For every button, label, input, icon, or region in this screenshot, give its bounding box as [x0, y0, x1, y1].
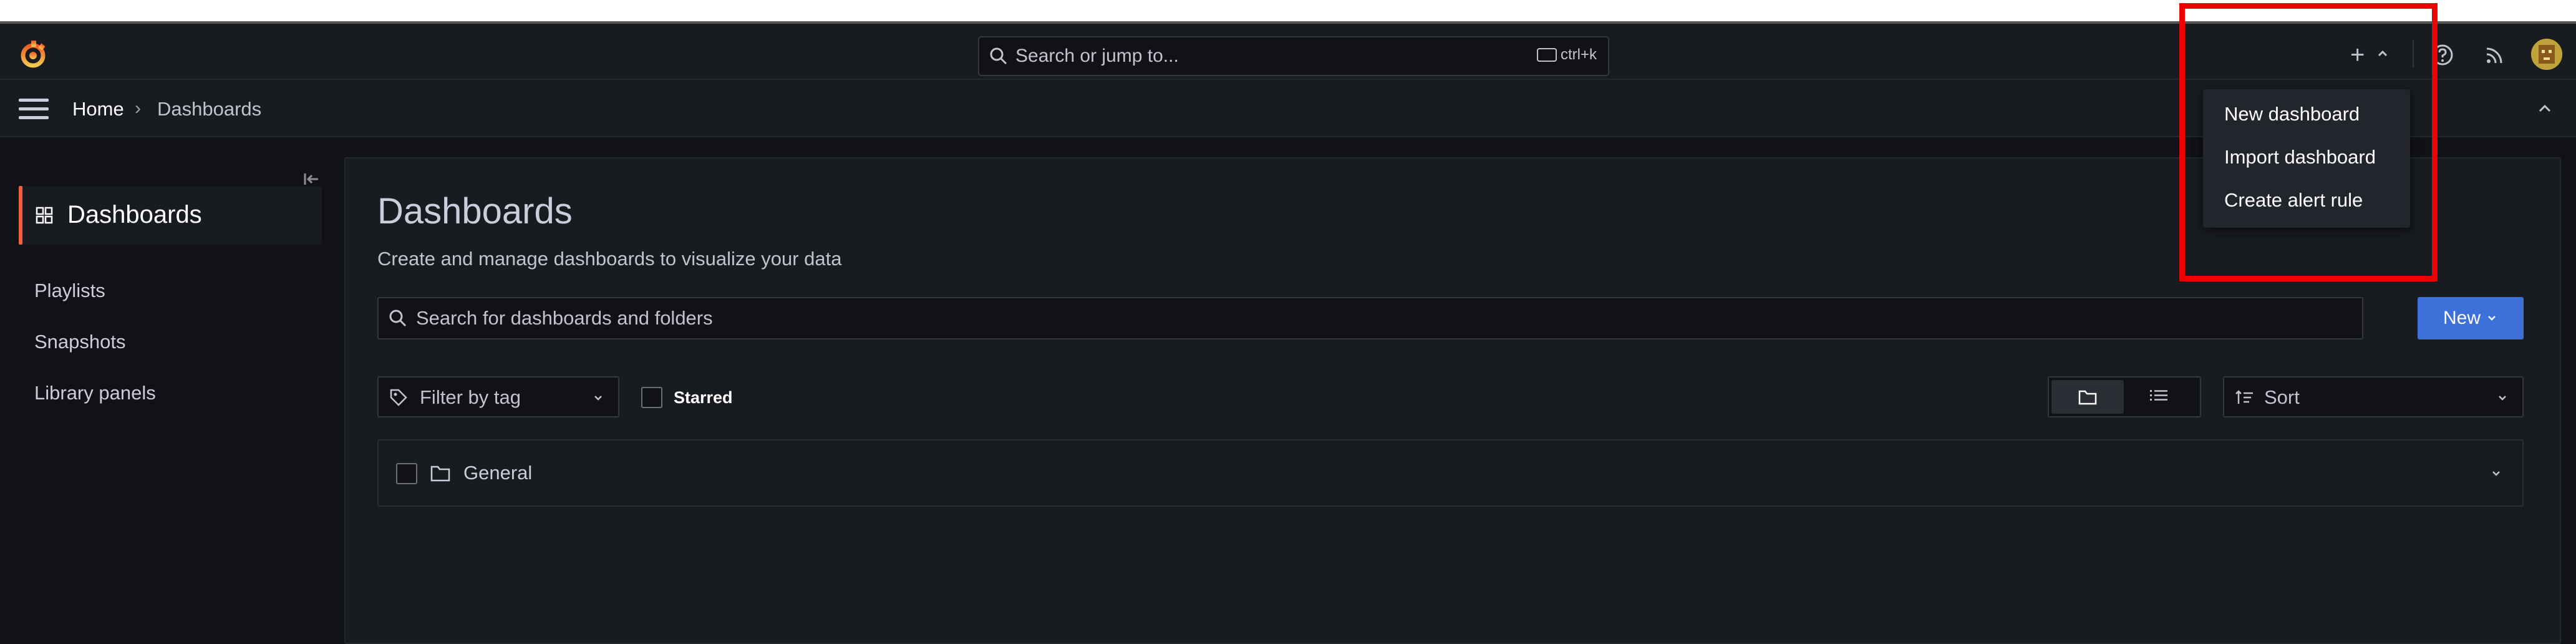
annotation-highlight-box: [2179, 3, 2438, 281]
view-toggle: [2048, 376, 2201, 417]
sort-icon: [2235, 390, 2253, 404]
starred-checkbox[interactable]: [641, 387, 662, 408]
chevron-down-icon[interactable]: [2490, 469, 2502, 478]
chevron-down-icon: [2488, 316, 2496, 321]
grafana-logo-icon[interactable]: [17, 39, 49, 70]
sidebar-item-library-panels[interactable]: Library panels: [34, 382, 156, 404]
chevron-up-icon[interactable]: [2535, 101, 2555, 116]
search-placeholder: Search or jump to...: [1015, 46, 1179, 66]
new-button[interactable]: New: [2418, 297, 2524, 339]
folder-checkbox[interactable]: [396, 463, 417, 484]
sidebar-item-snapshots[interactable]: Snapshots: [34, 331, 126, 353]
filter-by-tag-label: Filter by tag: [420, 386, 521, 408]
hamburger-icon[interactable]: [19, 99, 49, 120]
folder-icon: [2078, 390, 2097, 405]
active-indicator: [19, 186, 22, 245]
sidebar-item-playlists[interactable]: Playlists: [34, 280, 105, 302]
breadcrumb-separator: ›: [135, 98, 141, 119]
search-placeholder: Search for dashboards and folders: [416, 307, 713, 329]
chevron-down-icon: [2499, 396, 2506, 401]
chevron-down-icon: [594, 396, 602, 401]
avatar-image-icon: [2531, 39, 2562, 70]
breadcrumb-current: Dashboards: [157, 98, 262, 120]
dashboard-search-input[interactable]: Search for dashboards and folders: [377, 297, 2363, 339]
sort-label: Sort: [2264, 386, 2300, 408]
filter-by-tag-select[interactable]: Filter by tag: [377, 376, 619, 417]
sidebar-item-label: Dashboards: [67, 201, 202, 228]
sidebar-item-dashboards[interactable]: Dashboards: [19, 186, 322, 245]
search-shortcut-label: ctrl+k: [1560, 46, 1597, 63]
global-search-input[interactable]: Search or jump to... ctrl+k: [978, 36, 1609, 76]
search-icon: [990, 47, 1007, 65]
starred-label[interactable]: Starred: [674, 388, 733, 407]
folder-name: General: [463, 462, 533, 484]
new-button-label: New: [2443, 308, 2481, 328]
avatar[interactable]: [2531, 39, 2562, 70]
folder-row-general[interactable]: General: [377, 439, 2524, 507]
folder-view-button[interactable]: [2051, 380, 2124, 414]
search-shortcut: ctrl+k: [1536, 46, 1597, 64]
search-icon: [389, 310, 407, 327]
keyboard-icon: [1536, 48, 1557, 62]
apps-grid-icon: [36, 207, 53, 224]
folder-icon: [430, 466, 450, 482]
page-subtitle: Create and manage dashboards to visualiz…: [377, 248, 842, 270]
page-title: Dashboards: [377, 191, 573, 232]
tag-icon: [390, 389, 407, 406]
list-icon: [2150, 390, 2167, 401]
breadcrumb-home[interactable]: Home: [72, 98, 124, 120]
rss-icon[interactable]: [2484, 44, 2506, 66]
sort-select[interactable]: Sort: [2223, 376, 2524, 417]
